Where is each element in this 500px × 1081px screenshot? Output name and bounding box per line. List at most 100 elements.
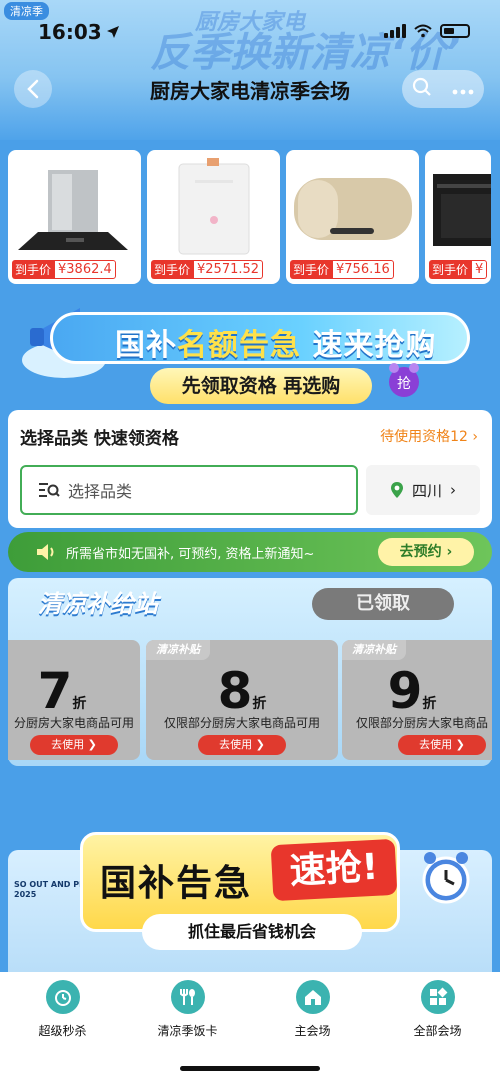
price-value: ¥3862.4 xyxy=(54,260,116,279)
reserve-label: 去预约 xyxy=(399,544,442,560)
urgent-subtitle: 抓住最后省钱机会 xyxy=(142,914,362,950)
price-label: 到手价 xyxy=(12,260,55,279)
price-tag: 到手价 ¥3862.4 xyxy=(12,260,116,279)
urgent-grab-label: 速抢! xyxy=(270,838,398,902)
coupon-discount: 9 xyxy=(387,662,423,720)
reserve-button[interactable]: 去预约 › xyxy=(378,538,474,566)
category-placeholder: 选择品类 xyxy=(68,482,133,501)
product-card[interactable]: 到手价 ¥ xyxy=(425,150,491,284)
signal-icon xyxy=(384,24,406,38)
wifi-icon xyxy=(414,24,432,38)
pending-link-label: 待使用资格12 xyxy=(380,429,468,445)
coupon-card[interactable]: 清凉补贴 8折 仅限部分厨房大家电商品可用 去使用 ❯ xyxy=(146,640,338,760)
range-hood-icon xyxy=(18,170,128,250)
notice-text: 所需省市如无国补, 可预约, 资格上新通知~ xyxy=(66,546,315,562)
fork-spoon-icon xyxy=(170,980,205,1014)
season-tag: 清凉季 xyxy=(4,2,49,20)
grab-clock-icon: 抢 xyxy=(389,363,419,397)
coupon-card[interactable]: 清凉补贴 9折 仅限部分厨房大家电商品 去使用 ❯ xyxy=(342,640,492,760)
nav-label: 超级秒杀 xyxy=(38,1024,87,1038)
price-value: ¥2571.52 xyxy=(193,260,264,279)
nav-label: 全部会场 xyxy=(413,1024,462,1038)
electric-water-heater-icon xyxy=(294,178,412,240)
price-tag: 到手价 ¥2571.52 xyxy=(151,260,264,279)
alarm-clock-icon xyxy=(422,852,470,904)
coupon-discount: 8 xyxy=(217,662,253,720)
use-coupon-button[interactable]: 去使用 ❯ xyxy=(198,735,286,755)
grid-icon xyxy=(420,980,455,1014)
use-coupon-button[interactable]: 去使用 ❯ xyxy=(398,735,486,755)
coupon-desc: 仅限部分厨房大家电商品 xyxy=(356,716,489,730)
price-value: ¥ xyxy=(471,260,488,279)
coupon-unit: 折 xyxy=(252,696,267,712)
location-pin-icon xyxy=(390,482,403,498)
product-card[interactable]: 到手价 ¥756.16 xyxy=(286,150,419,284)
clock-icon xyxy=(45,980,80,1014)
banner-title-part2: 名额告急 xyxy=(177,328,301,363)
built-in-oven-icon xyxy=(433,174,491,246)
banner-title-part3: 速来抢购 xyxy=(312,328,437,363)
chevron-right-icon: › xyxy=(472,429,478,445)
use-label: 去使用 xyxy=(219,738,253,751)
urgent-title: 国补告急 xyxy=(100,863,253,904)
price-tag: 到手价 ¥ xyxy=(429,260,488,279)
grab-badge-text: 抢 xyxy=(397,375,411,392)
coupon-tag: 清凉补贴 xyxy=(146,640,210,660)
gas-water-heater-icon xyxy=(178,158,250,255)
speaker-icon xyxy=(37,544,54,560)
coupon-desc: 仅限部分厨房大家电商品可用 xyxy=(163,716,320,730)
coupon-tag: 清凉补贴 xyxy=(342,640,406,660)
price-tag: 到手价 ¥756.16 xyxy=(290,260,394,279)
select-card-title: 选择品类 快速领资格 xyxy=(20,429,179,449)
coupon-unit: 折 xyxy=(72,696,87,712)
coupon-discount: 7 xyxy=(37,662,73,720)
status-time: 16:03 xyxy=(38,20,102,44)
nav-label: 主会场 xyxy=(294,1024,331,1038)
coupon-desc: 分厨房大家电商品可用 xyxy=(13,716,134,730)
more-button[interactable] xyxy=(452,80,474,99)
use-label: 去使用 xyxy=(51,738,85,751)
use-coupon-button[interactable]: 去使用 ❯ xyxy=(30,735,118,755)
product-card[interactable]: 到手价 ¥2571.52 xyxy=(147,150,280,284)
pending-qualification-link[interactable]: 待使用资格12 › xyxy=(380,426,478,446)
coupon-station: 清凉补给站 已领取 7折 分厨房大家电商品可用 去使用 ❯ 清凉补贴 8折 仅限… xyxy=(8,578,492,766)
price-value: ¥756.16 xyxy=(332,260,394,279)
banner-title: 国补名额告急 速来抢购 xyxy=(115,320,436,364)
notice-bar: 所需省市如无国补, 可预约, 资格上新通知~ 去预约 › xyxy=(8,532,492,572)
coupon-card[interactable]: 7折 分厨房大家电商品可用 去使用 ❯ xyxy=(8,640,140,760)
home-indicator xyxy=(180,1066,320,1071)
price-label: 到手价 xyxy=(290,260,333,279)
list-search-icon xyxy=(39,483,60,497)
use-label: 去使用 xyxy=(419,738,453,751)
bottom-nav: 超级秒杀 清凉季饭卡 主会场 全部会场 xyxy=(0,972,500,1081)
category-select-input[interactable]: 选择品类 xyxy=(20,465,358,515)
coupon-list: 7折 分厨房大家电商品可用 去使用 ❯ 清凉补贴 8折 仅限部分厨房大家电商品可… xyxy=(8,640,492,760)
region-selector[interactable]: 四川 › xyxy=(366,465,480,515)
search-icon xyxy=(412,77,431,96)
search-button[interactable] xyxy=(412,77,432,101)
station-title: 清凉补给站 xyxy=(38,590,158,618)
price-label: 到手价 xyxy=(429,260,472,279)
claimed-button[interactable]: 已领取 xyxy=(312,588,454,620)
nav-item-all-venues[interactable]: 全部会场 xyxy=(383,980,493,1081)
header-actions xyxy=(402,70,484,108)
subsidy-banner[interactable]: 国补名额告急 速来抢购 先领取资格 再选购 xyxy=(0,290,500,410)
nav-label: 清凉季饭卡 xyxy=(157,1024,218,1038)
select-category-card: 选择品类 快速领资格 待使用资格12 › 选择品类 四川 › xyxy=(8,410,492,528)
header: 清凉季 厨房大家电 反季换新清凉‘价’ 16:03 厨房大家电清凉季会场 xyxy=(0,0,500,140)
urgent-banner[interactable]: SO OUT AND PLAY 2025 国补告急 速抢! 抓住最后省钱机会 xyxy=(0,820,500,980)
battery-icon xyxy=(440,24,470,38)
product-strip: 到手价 ¥3862.4 到手价 ¥2571.52 到手价 ¥756.16 到手价… xyxy=(8,150,491,284)
location-arrow-icon xyxy=(106,24,120,43)
banner-subtitle: 先领取资格 再选购 xyxy=(150,368,372,404)
region-label: 四川 xyxy=(411,481,442,500)
price-label: 到手价 xyxy=(151,260,194,279)
chevron-right-icon: › xyxy=(450,481,456,499)
nav-item-flash-sale[interactable]: 超级秒杀 xyxy=(8,980,118,1081)
banner-title-part1: 国补 xyxy=(115,328,177,363)
product-card[interactable]: 到手价 ¥3862.4 xyxy=(8,150,141,284)
home-icon xyxy=(295,980,330,1014)
coupon-unit: 折 xyxy=(422,696,437,712)
status-indicators xyxy=(384,24,470,38)
more-icon xyxy=(452,89,474,94)
